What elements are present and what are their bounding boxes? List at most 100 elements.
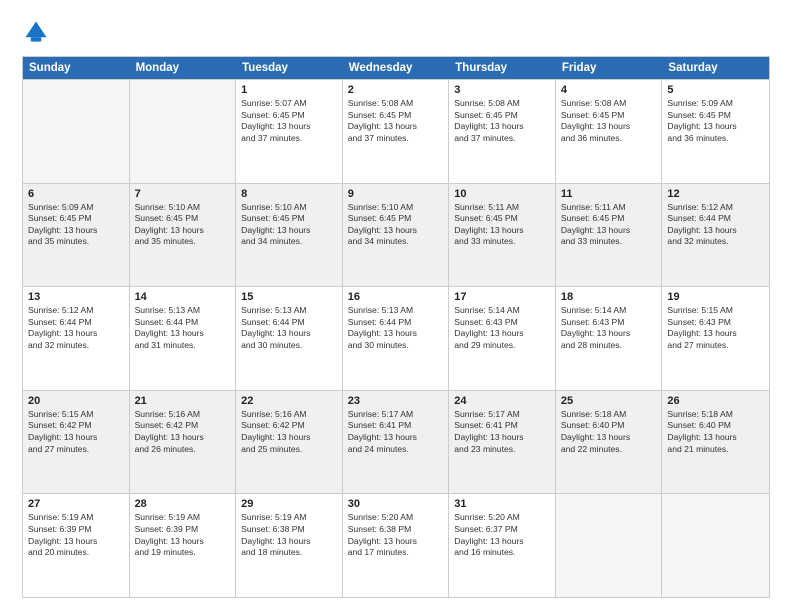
day-number: 24 <box>454 395 550 407</box>
calendar-cell: 29Sunrise: 5:19 AMSunset: 6:38 PMDayligh… <box>236 494 343 597</box>
cell-info-line: Sunset: 6:45 PM <box>667 110 764 122</box>
calendar-cell: 23Sunrise: 5:17 AMSunset: 6:41 PMDayligh… <box>343 391 450 494</box>
cell-info-line: Sunset: 6:45 PM <box>561 213 657 225</box>
day-number: 15 <box>241 291 337 303</box>
cell-info-line: Sunset: 6:42 PM <box>28 420 124 432</box>
calendar-cell: 19Sunrise: 5:15 AMSunset: 6:43 PMDayligh… <box>662 287 769 390</box>
cell-info-line: Sunset: 6:38 PM <box>348 524 444 536</box>
day-number: 29 <box>241 498 337 510</box>
cell-info-line: Sunrise: 5:18 AM <box>667 409 764 421</box>
cell-info-line: Sunrise: 5:10 AM <box>135 202 231 214</box>
calendar-cell: 3Sunrise: 5:08 AMSunset: 6:45 PMDaylight… <box>449 80 556 183</box>
cell-info-line: and 33 minutes. <box>454 236 550 248</box>
cell-info-line: and 18 minutes. <box>241 547 337 559</box>
header <box>22 18 770 46</box>
cell-info-line: Sunrise: 5:19 AM <box>241 512 337 524</box>
cell-info-line: Sunrise: 5:14 AM <box>561 305 657 317</box>
cell-info-line: Sunrise: 5:08 AM <box>454 98 550 110</box>
cell-info-line: Sunrise: 5:15 AM <box>28 409 124 421</box>
cell-info-line: and 36 minutes. <box>667 133 764 145</box>
calendar-cell: 30 Sunrise: 5:20 AMSunset: 6:38 PMDayligh… <box>343 494 450 597</box>
cell-info-line: Daylight: 13 hours <box>241 536 337 548</box>
cell-info-line: Sunrise: 5:12 AM <box>667 202 764 214</box>
calendar-cell <box>130 80 237 183</box>
cell-info-line: Sunset: 6:39 PM <box>28 524 124 536</box>
cell-info-line: Sunrise: 5:13 AM <box>135 305 231 317</box>
cell-info-line: Daylight: 13 hours <box>454 225 550 237</box>
cell-info-line: Sunrise: 5:19 AM <box>28 512 124 524</box>
cell-info-line: and 35 minutes. <box>28 236 124 248</box>
calendar-cell: 18Sunrise: 5:14 AMSunset: 6:43 PMDayligh… <box>556 287 663 390</box>
day-number: 20 <box>28 395 124 407</box>
cell-info-line: Sunset: 6:44 PM <box>667 213 764 225</box>
cell-info-line: Sunrise: 5:16 AM <box>241 409 337 421</box>
cell-info-line: Sunset: 6:42 PM <box>241 420 337 432</box>
week-row-5: 27Sunrise: 5:19 AMSunset: 6:39 PMDayligh… <box>23 493 769 597</box>
cell-info-line: and 37 minutes. <box>454 133 550 145</box>
logo-icon <box>22 18 50 46</box>
cell-info-line: Sunrise: 5:16 AM <box>135 409 231 421</box>
day-number: 18 <box>561 291 657 303</box>
day-number: 26 <box>667 395 764 407</box>
cell-info-line: Sunset: 6:45 PM <box>561 110 657 122</box>
calendar-cell: 11Sunrise: 5:11 AMSunset: 6:45 PMDayligh… <box>556 184 663 287</box>
cell-info-line: Daylight: 13 hours <box>454 328 550 340</box>
calendar-cell: 1Sunrise: 5:07 AMSunset: 6:45 PMDaylight… <box>236 80 343 183</box>
cell-info-line: and 22 minutes. <box>561 444 657 456</box>
cell-info-line: Daylight: 13 hours <box>135 328 231 340</box>
cell-info-line: Sunset: 6:43 PM <box>667 317 764 329</box>
day-number: 25 <box>561 395 657 407</box>
cell-info-line: and 35 minutes. <box>135 236 231 248</box>
cell-info-line: and 30 minutes. <box>348 340 444 352</box>
cell-info-line: Sunset: 6:45 PM <box>348 110 444 122</box>
cell-info-line: Sunrise: 5:20 AM <box>348 512 444 524</box>
cell-info-line: Sunset: 6:39 PM <box>135 524 231 536</box>
cell-info-line: Sunrise: 5:11 AM <box>454 202 550 214</box>
calendar-cell: 5Sunrise: 5:09 AMSunset: 6:45 PMDaylight… <box>662 80 769 183</box>
cell-info-line: and 17 minutes. <box>348 547 444 559</box>
cell-info-line: Daylight: 13 hours <box>241 432 337 444</box>
day-number: 8 <box>241 188 337 200</box>
cell-info-line: Daylight: 13 hours <box>348 536 444 548</box>
day-number: 10 <box>454 188 550 200</box>
calendar-cell: 21Sunrise: 5:16 AMSunset: 6:42 PMDayligh… <box>130 391 237 494</box>
header-day-friday: Friday <box>556 57 663 79</box>
cell-info-line: Sunset: 6:45 PM <box>454 213 550 225</box>
cell-info-line: Sunrise: 5:20 AM <box>454 512 550 524</box>
cell-info-line: Daylight: 13 hours <box>28 432 124 444</box>
cell-info-line: Sunrise: 5:08 AM <box>561 98 657 110</box>
day-number: 21 <box>135 395 231 407</box>
cell-info-line: Sunrise: 5:17 AM <box>454 409 550 421</box>
calendar-cell: 22Sunrise: 5:16 AMSunset: 6:42 PMDayligh… <box>236 391 343 494</box>
cell-info-line: Sunset: 6:37 PM <box>454 524 550 536</box>
day-number: 17 <box>454 291 550 303</box>
cell-info-line: Sunrise: 5:09 AM <box>667 98 764 110</box>
cell-info-line: Daylight: 13 hours <box>241 328 337 340</box>
calendar-cell: 8Sunrise: 5:10 AMSunset: 6:45 PMDaylight… <box>236 184 343 287</box>
cell-info-line: Sunset: 6:45 PM <box>241 213 337 225</box>
day-number: 6 <box>28 188 124 200</box>
calendar-cell: 6Sunrise: 5:09 AMSunset: 6:45 PMDaylight… <box>23 184 130 287</box>
calendar-cell: 10 Sunrise: 5:11 AMSunset: 6:45 PMDayligh… <box>449 184 556 287</box>
cell-info-line: and 25 minutes. <box>241 444 337 456</box>
calendar: SundayMondayTuesdayWednesdayThursdayFrid… <box>22 56 770 598</box>
cell-info-line: and 28 minutes. <box>561 340 657 352</box>
cell-info-line: and 34 minutes. <box>348 236 444 248</box>
cell-info-line: Daylight: 13 hours <box>454 432 550 444</box>
cell-info-line: Daylight: 13 hours <box>348 121 444 133</box>
cell-info-line: Sunrise: 5:13 AM <box>348 305 444 317</box>
day-number: 4 <box>561 84 657 96</box>
calendar-cell: 31Sunrise: 5:20 AMSunset: 6:37 PMDayligh… <box>449 494 556 597</box>
cell-info-line: Sunrise: 5:07 AM <box>241 98 337 110</box>
cell-info-line: Sunrise: 5:14 AM <box>454 305 550 317</box>
header-day-monday: Monday <box>130 57 237 79</box>
cell-info-line: Sunset: 6:45 PM <box>28 213 124 225</box>
cell-info-line: Daylight: 13 hours <box>135 225 231 237</box>
week-row-1: 1Sunrise: 5:07 AMSunset: 6:45 PMDaylight… <box>23 79 769 183</box>
calendar-cell: 15Sunrise: 5:13 AMSunset: 6:44 PMDayligh… <box>236 287 343 390</box>
cell-info-line: and 16 minutes. <box>454 547 550 559</box>
day-number: 30 <box>348 498 444 510</box>
cell-info-line: Daylight: 13 hours <box>241 225 337 237</box>
cell-info-line: and 26 minutes. <box>135 444 231 456</box>
calendar-cell: 14Sunrise: 5:13 AMSunset: 6:44 PMDayligh… <box>130 287 237 390</box>
